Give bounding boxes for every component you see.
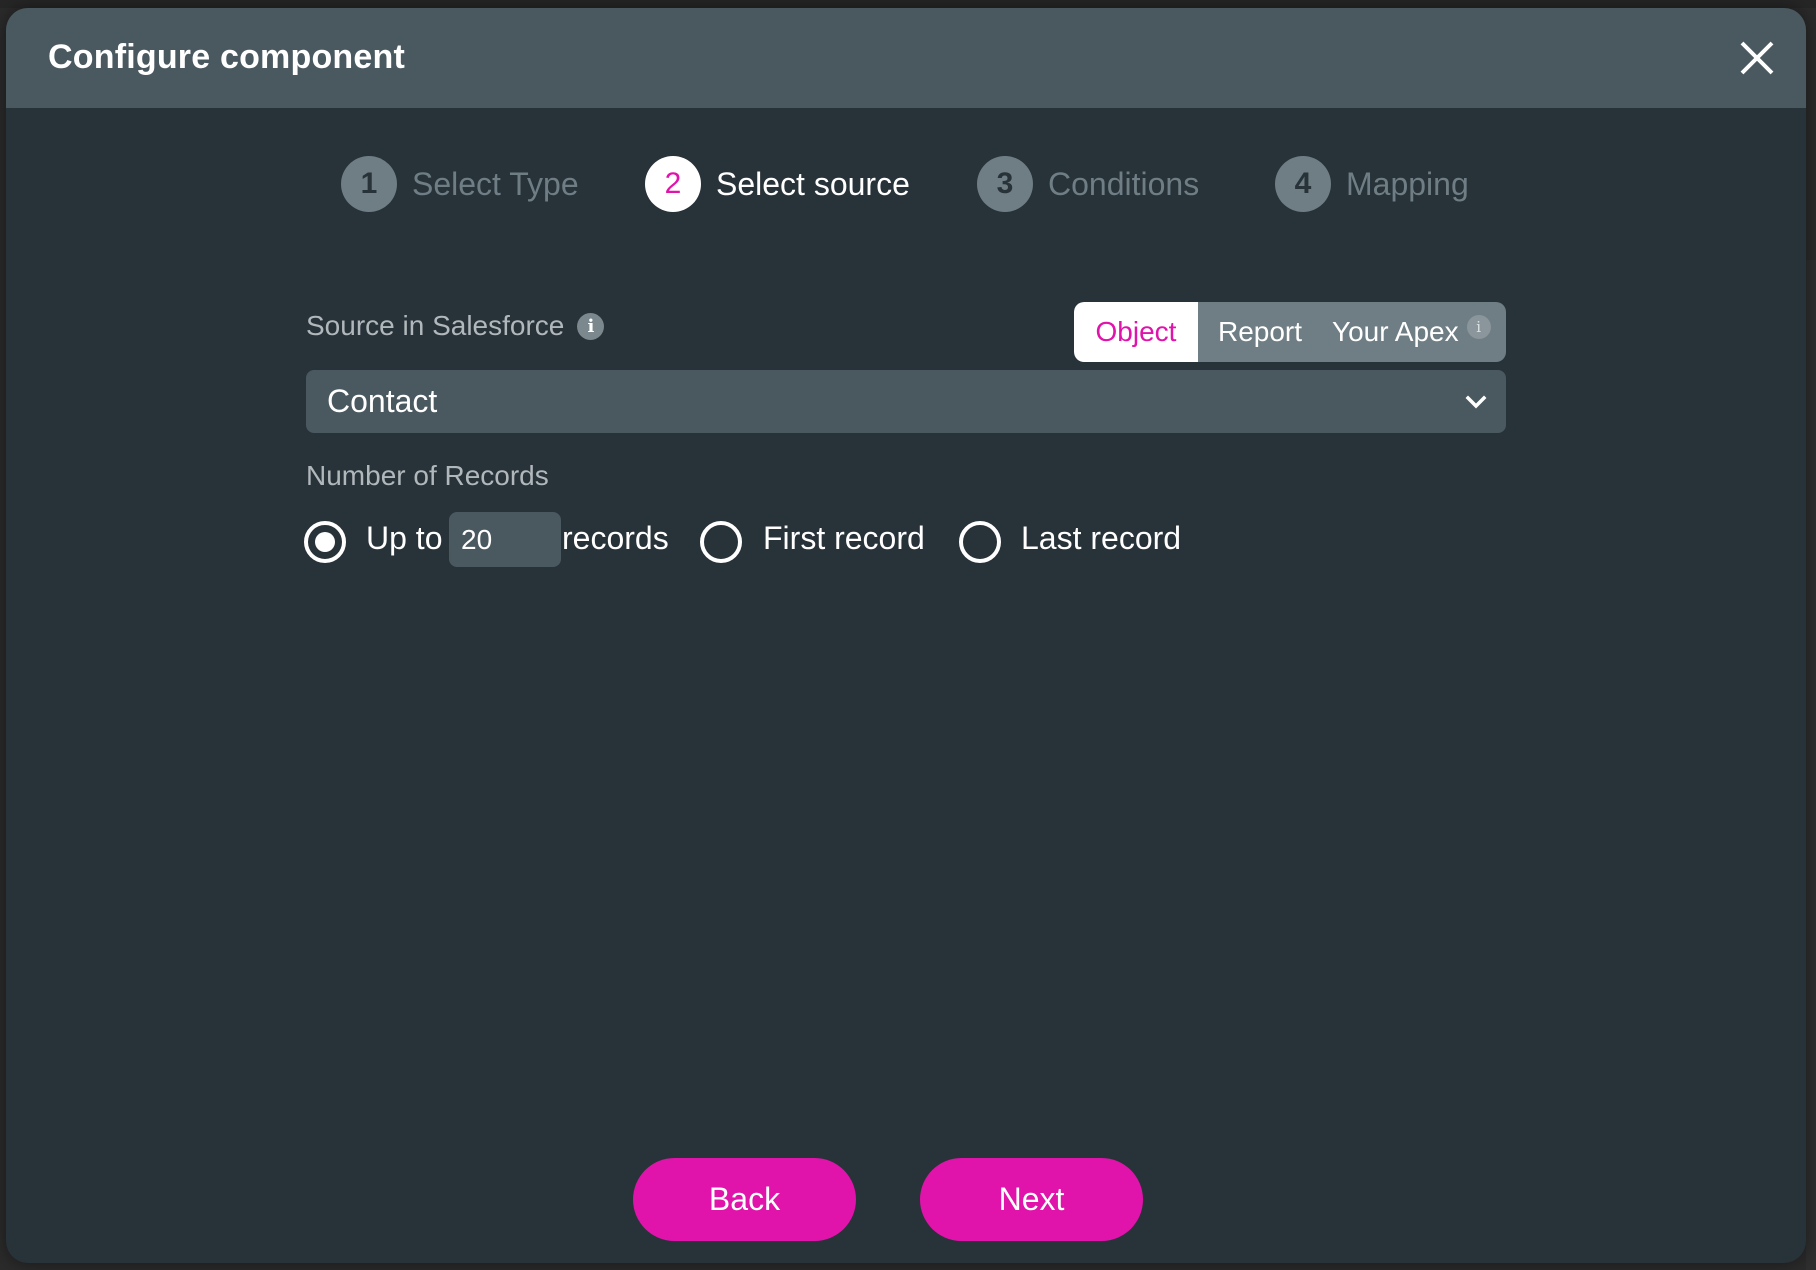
- source-type-toggle: Object Report Your Apex i: [1074, 302, 1506, 362]
- source-label-row: Source in Salesforce i: [306, 310, 605, 342]
- step-label: Select source: [716, 165, 910, 202]
- step-label: Mapping: [1346, 165, 1469, 202]
- step-conditions[interactable]: 3 Conditions: [977, 155, 1199, 213]
- radio-last-record[interactable]: [959, 521, 1001, 563]
- step-number-badge: 3: [977, 156, 1033, 212]
- records-radio-group: Up to records First record Last record: [6, 512, 1806, 569]
- info-icon[interactable]: i: [1466, 315, 1491, 339]
- source-label: Source in Salesforce: [306, 310, 565, 341]
- object-select[interactable]: Contact: [306, 370, 1506, 433]
- radio-up-to[interactable]: [304, 521, 346, 563]
- step-mapping[interactable]: 4 Mapping: [1275, 155, 1469, 213]
- step-label: Conditions: [1048, 165, 1200, 202]
- step-number-badge: 2: [645, 156, 701, 212]
- chevron-down-icon: [1465, 395, 1487, 409]
- source-type-your-apex[interactable]: Your Apex i: [1322, 302, 1491, 362]
- step-number-badge: 1: [341, 156, 397, 212]
- background-top: [0, 0, 1816, 8]
- first-record-label[interactable]: First record: [763, 520, 925, 557]
- dialog-header: Configure component: [6, 8, 1806, 108]
- last-record-label[interactable]: Last record: [1021, 520, 1181, 557]
- step-select-type[interactable]: 1 Select Type: [341, 155, 579, 213]
- dialog-title: Configure component: [48, 38, 405, 76]
- number-of-records-label: Number of Records: [306, 460, 549, 491]
- step-label: Select Type: [412, 165, 579, 202]
- source-type-report[interactable]: Report: [1198, 302, 1322, 362]
- close-button[interactable]: [1739, 40, 1775, 76]
- up-to-label: Up to: [366, 520, 443, 556]
- step-select-source[interactable]: 2 Select source: [645, 155, 910, 213]
- source-type-your-apex-label: Your Apex: [1332, 316, 1459, 347]
- radio-first-record[interactable]: [700, 521, 742, 563]
- background-page: [1806, 260, 1816, 1270]
- close-icon: [1740, 41, 1774, 75]
- object-select-value: Contact: [327, 383, 438, 419]
- next-button[interactable]: Next: [920, 1158, 1143, 1241]
- configure-component-dialog: Configure component 1 Select Type 2 Sele…: [6, 8, 1806, 1263]
- info-icon[interactable]: i: [577, 312, 605, 340]
- step-number-badge: 4: [1275, 156, 1331, 212]
- source-type-object[interactable]: Object: [1074, 302, 1198, 362]
- back-button[interactable]: Back: [633, 1158, 856, 1241]
- records-suffix-label: records: [562, 520, 669, 556]
- records-count-input[interactable]: [449, 512, 561, 567]
